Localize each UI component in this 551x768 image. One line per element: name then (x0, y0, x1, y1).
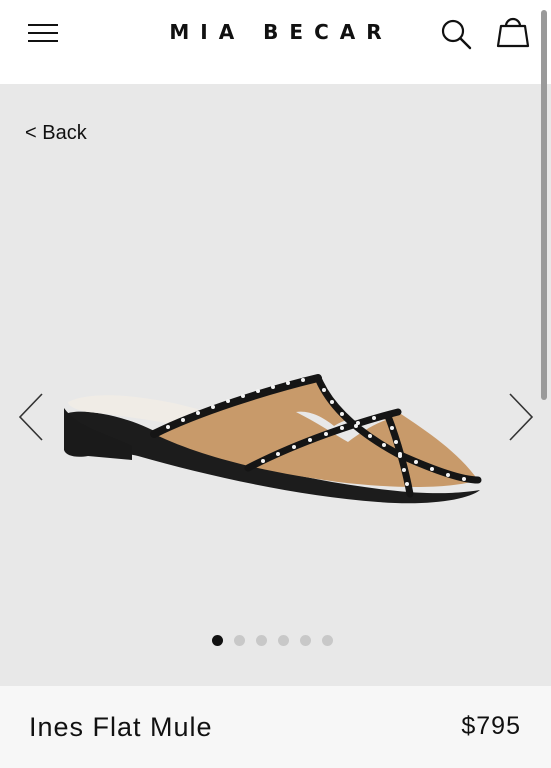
pagination-dot[interactable] (300, 635, 311, 646)
chevron-right-icon[interactable] (504, 390, 538, 444)
product-info-bar: Ines Flat Mule $795 (0, 686, 551, 768)
product-name: Ines Flat Mule (29, 712, 213, 742)
pagination-dot[interactable] (256, 635, 267, 646)
pagination-dot[interactable] (234, 635, 245, 646)
site-header: MIA BECAR (0, 0, 551, 84)
page-scrollbar[interactable] (541, 10, 547, 400)
pagination-dot[interactable] (278, 635, 289, 646)
chevron-left-icon[interactable] (14, 390, 48, 444)
product-gallery[interactable]: < Back (0, 84, 551, 686)
pagination-dot-active[interactable] (212, 635, 223, 646)
product-price: $795 (461, 712, 521, 740)
shopping-bag-icon[interactable] (494, 14, 532, 52)
search-icon[interactable] (438, 16, 474, 52)
product-image (64, 374, 482, 504)
back-link[interactable]: < Back (25, 122, 87, 145)
image-pagination (212, 635, 333, 647)
pagination-dot[interactable] (322, 635, 333, 646)
